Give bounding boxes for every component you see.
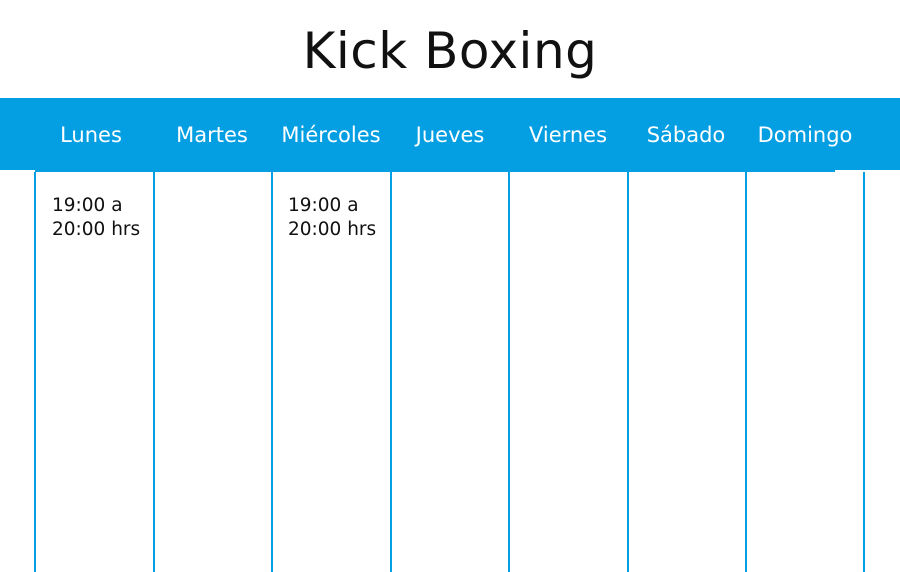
slot-time-start: 19:00 a bbox=[52, 195, 123, 216]
column-divider bbox=[863, 172, 865, 572]
slot-time-start: 19:00 a bbox=[288, 195, 359, 216]
slot-miercoles: 19:00 a 20:00 hrs bbox=[288, 194, 376, 242]
column-divider bbox=[34, 172, 36, 572]
day-header-viernes: Viernes bbox=[528, 123, 608, 147]
day-header-domingo: Domingo bbox=[757, 123, 853, 147]
column-divider bbox=[390, 172, 392, 572]
column-divider bbox=[153, 172, 155, 572]
day-header-sabado: Sábado bbox=[646, 123, 726, 147]
column-divider bbox=[508, 172, 510, 572]
page-title: Kick Boxing bbox=[302, 22, 598, 80]
header-underline bbox=[35, 170, 835, 172]
slot-lunes: 19:00 a 20:00 hrs bbox=[52, 194, 140, 242]
slot-time-end: 20:00 hrs bbox=[52, 219, 141, 240]
column-divider bbox=[271, 172, 273, 572]
schedule-page: Kick Boxing Lunes Martes Miércoles Jueve… bbox=[0, 0, 900, 572]
column-divider bbox=[627, 172, 629, 572]
day-header-miercoles: Miércoles bbox=[281, 123, 381, 147]
day-header-jueves: Jueves bbox=[415, 123, 485, 147]
day-header-martes: Martes bbox=[176, 123, 248, 147]
slot-time-end: 20:00 hrs bbox=[288, 219, 377, 240]
day-header-lunes: Lunes bbox=[60, 123, 122, 147]
column-divider bbox=[745, 172, 747, 572]
